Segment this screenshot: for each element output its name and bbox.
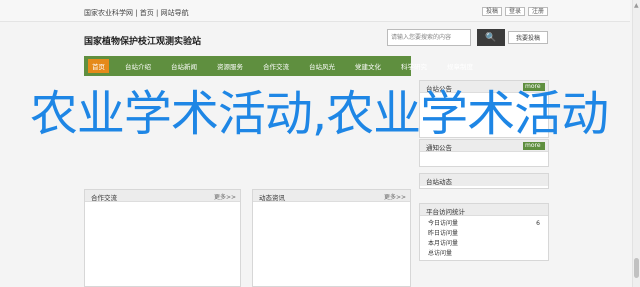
stats-row: 昨日访问量 [428,229,540,239]
stats-label: 昨日访问量 [428,230,459,237]
headline-banner: 农业学术活动,农业学术活动 [29,86,609,142]
nav-item-research[interactable]: 科学研究 [397,59,431,73]
nav-item-intro[interactable]: 台站介绍 [121,59,155,73]
main-nav: 首页 台站介绍 台站新闻 资源服务 合作交流 台站风光 党建文化 科学研究 规章… [84,56,473,76]
top-bar: 国家农业科学网 | 首页 | 网站导航 投稿 登录 注册 [0,0,630,22]
more-link[interactable]: 更多>> [384,192,406,201]
panel-header: 平台访问统计 [420,204,548,216]
action-contribute-link[interactable]: 投稿 [481,7,502,16]
panel-header: 合作交流 更多>> [85,190,240,202]
register-link[interactable]: 注册 [527,7,548,16]
dynamics-panel: 台站动态 [419,173,549,189]
activity-panel: 动态资讯 更多>> [252,189,411,287]
scrollbar[interactable]: ▲ [632,0,640,287]
cooperation-panel: 合作交流 更多>> [84,189,241,287]
stats-row: 总访问量 [428,249,540,259]
nav-item-home[interactable]: 首页 [88,59,109,73]
stats-label: 今日访问量 [428,220,459,227]
header: 国家植物保护枝江观测实验站 请输入您要搜索的内容 🔍 我要投稿 [84,28,550,52]
nav-item-rules[interactable]: 规章制度 [443,59,477,73]
search-icon: 🔍 [485,32,497,43]
panel-title: 动态资讯 [259,194,285,202]
nav-item-cooperation[interactable]: 合作交流 [259,59,293,73]
login-link[interactable]: 登录 [504,7,525,16]
search-input[interactable]: 请输入您要搜索的内容 [387,29,471,46]
scrollbar-thumb[interactable] [634,258,639,278]
stats-row: 今日访问量 6 [428,219,540,229]
panel-title: 台站动态 [426,178,452,186]
nav-item-culture[interactable]: 党建文化 [351,59,385,73]
stats-value: 6 [536,220,540,227]
site-title: 国家植物保护枝江观测实验站 [84,37,202,47]
nav-item-news[interactable]: 台站新闻 [167,59,201,73]
nav-item-services[interactable]: 资源服务 [213,59,247,73]
more-link[interactable]: 更多>> [214,192,236,201]
stats-label: 本月访问量 [428,240,459,247]
contribute-button[interactable]: 我要投稿 [508,31,548,44]
panel-header: 台站动态 [420,174,548,186]
panel-header: 动态资讯 更多>> [253,190,410,202]
search-button[interactable]: 🔍 [477,29,505,46]
stats-panel: 平台访问统计 今日访问量 6 昨日访问量 本月访问量 总访问量 [419,203,549,261]
top-nav[interactable]: 国家农业科学网 | 首页 | 网站导航 [84,8,189,18]
top-actions: 投稿 登录 注册 [481,7,548,16]
panel-title: 平台访问统计 [426,208,465,216]
stats-row: 本月访问量 [428,239,540,249]
stats-list: 今日访问量 6 昨日访问量 本月访问量 总访问量 [420,216,548,262]
scroll-up-icon[interactable]: ▲ [634,2,639,9]
stats-label: 总访问量 [428,250,453,257]
panel-title: 合作交流 [91,194,117,202]
nav-item-scenery[interactable]: 台站风光 [305,59,339,73]
